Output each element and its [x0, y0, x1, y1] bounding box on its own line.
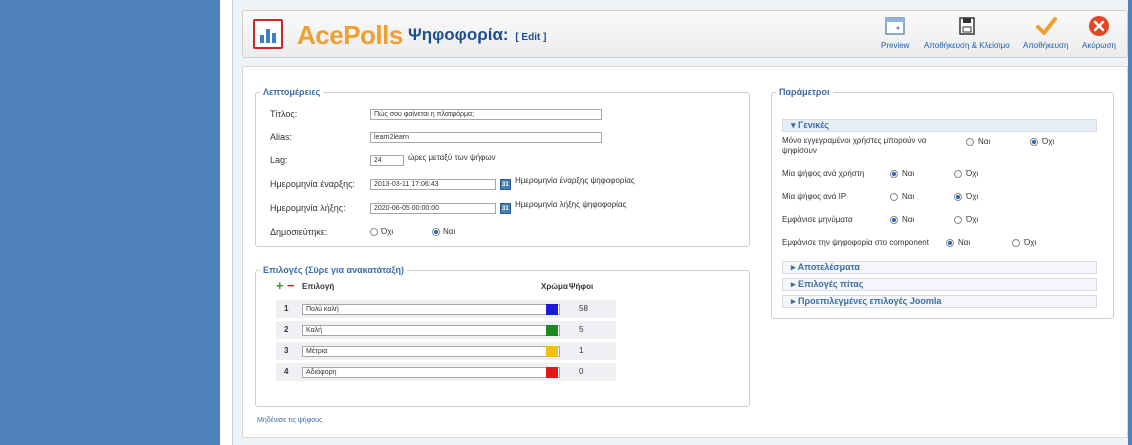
end-date-input[interactable]: 2020-06-05 00:00:00	[370, 203, 496, 214]
lag-hint: ώρες μεταξύ των ψήφων	[408, 153, 496, 162]
published-label: Δημοσιεύτηκε:	[270, 227, 328, 237]
end-date-label: Ημερομηνία λήξης:	[270, 203, 346, 213]
save-button[interactable]: Αποθήκευση	[1023, 15, 1068, 50]
accordion-joomla-defaults[interactable]: ▸ Προεπιλεγμένες επιλογές Joomla	[782, 295, 1097, 308]
param-label: Μία ψήφος ανά χρήστη	[782, 169, 865, 178]
param-yes-radio[interactable]	[890, 170, 898, 178]
param-yes-radio[interactable]	[890, 216, 898, 224]
accordion-results[interactable]: ▸ Αποτελέσματα	[782, 261, 1097, 274]
param-no-radio[interactable]	[1012, 239, 1020, 247]
preview-icon	[885, 17, 905, 35]
content-area: Λεπτομέρειες Τίτλος: Πώς σου φαίνεται η …	[242, 66, 1128, 438]
toolbar-header: AcePolls Ψηφοφορία: [ Edit ] Preview Απο…	[242, 10, 1128, 58]
start-date-input[interactable]: 2013-03-11 17:06:43	[370, 179, 496, 190]
option-text-input[interactable]: Μέτρια	[302, 346, 560, 357]
save-close-icon	[959, 17, 975, 35]
option-column-header: Επιλογή	[302, 282, 335, 291]
color-swatch[interactable]	[546, 325, 558, 336]
published-yes-radio[interactable]	[432, 228, 440, 236]
start-date-hint: Ημερομηνία έναρξης ψηφοφορίας	[515, 176, 635, 185]
option-row[interactable]: 1 Πολύ καλή 58	[276, 300, 616, 318]
color-swatch[interactable]	[546, 346, 558, 357]
options-fieldset: Επιλογές (Σύρε για ανακατάταξη) + − Επιλ…	[255, 265, 750, 407]
param-no-radio[interactable]	[954, 170, 962, 178]
accordion-pie-options[interactable]: ▸ Επιλογές πίτας	[782, 278, 1097, 291]
right-edge-band	[1128, 0, 1132, 445]
parameters-legend: Παράμετροι	[779, 87, 830, 97]
param-yes-radio[interactable]	[966, 138, 974, 146]
color-column-header: Χρώμα	[541, 282, 568, 291]
preview-button[interactable]: Preview	[881, 15, 909, 50]
votes-column-header: Ψήφοι	[569, 282, 594, 291]
param-label: Εμφάνισε μηνύματα	[782, 215, 853, 224]
parameters-fieldset: Παράμετροι ▾ Γενικές Μόνο εγγεγραμένοι χ…	[771, 87, 1114, 319]
param-no-radio[interactable]	[954, 216, 962, 224]
cancel-button[interactable]: Ακύρωση	[1082, 15, 1116, 50]
reset-votes-link[interactable]: Μηδένισε τις ψήφους	[257, 417, 322, 424]
accordion-general[interactable]: ▾ Γενικές	[782, 119, 1097, 132]
param-label: Μόνο εγγεγραμένοι χρήστες μπορούν να ψηφ…	[782, 136, 927, 155]
param-label: Μία ψήφος ανά IP	[782, 192, 847, 201]
param-no-radio[interactable]	[1030, 138, 1038, 146]
save-icon	[1035, 17, 1057, 35]
page-title: Ψηφοφορία: [ Edit ]	[408, 25, 547, 44]
lag-label: Lag:	[270, 155, 288, 165]
published-yes-label: Ναι	[443, 227, 456, 236]
color-swatch[interactable]	[546, 367, 558, 378]
published-no-radio[interactable]	[370, 228, 378, 236]
param-yes-radio[interactable]	[890, 193, 898, 201]
lag-input[interactable]: 24	[370, 155, 404, 166]
save-close-button[interactable]: Αποθήκευση & Κλείσιμο	[924, 15, 1010, 50]
alias-input[interactable]: learn2learn	[370, 132, 602, 143]
option-row[interactable]: 3 Μέτρια 1	[276, 342, 616, 360]
details-fieldset: Λεπτομέρειες Τίτλος: Πώς σου φαίνεται η …	[255, 87, 750, 247]
title-input[interactable]: Πώς σου φαίνεται η πλατφόρμα;	[370, 109, 602, 120]
option-row[interactable]: 4 Αδιάφορη 0	[276, 363, 616, 381]
alias-label: Alias:	[270, 132, 293, 142]
end-date-hint: Ημερομηνία λήξης ψηφοφορίας	[515, 200, 627, 209]
options-legend: Επιλογές (Σύρε για ανακατάταξη)	[263, 265, 404, 275]
param-yes-radio[interactable]	[946, 239, 954, 247]
param-no-radio[interactable]	[954, 193, 962, 201]
acepolls-logo-icon	[253, 19, 283, 49]
edit-tag: [ Edit ]	[515, 32, 547, 43]
remove-option-icon[interactable]: −	[287, 279, 295, 292]
start-date-label: Ημερομηνία έναρξης:	[270, 179, 355, 189]
color-swatch[interactable]	[546, 304, 558, 315]
start-calendar-icon[interactable]	[500, 179, 511, 190]
add-option-icon[interactable]: +	[276, 279, 284, 292]
left-sidebar-band	[0, 0, 220, 445]
title-label: Τίτλος:	[270, 109, 298, 119]
param-label: Εμφάνισε την ψηφοφορία στο component	[782, 238, 929, 247]
option-text-input[interactable]: Αδιάφορη	[302, 367, 560, 378]
end-calendar-icon[interactable]	[500, 203, 511, 214]
details-legend: Λεπτομέρειες	[263, 87, 321, 97]
option-row[interactable]: 2 Καλή 5	[276, 321, 616, 339]
option-text-input[interactable]: Καλή	[302, 325, 560, 336]
brand-name: AcePolls	[297, 20, 403, 50]
option-text-input[interactable]: Πολύ καλή	[302, 304, 560, 315]
cancel-icon	[1088, 16, 1109, 36]
published-no-label: Όχι	[381, 227, 394, 236]
